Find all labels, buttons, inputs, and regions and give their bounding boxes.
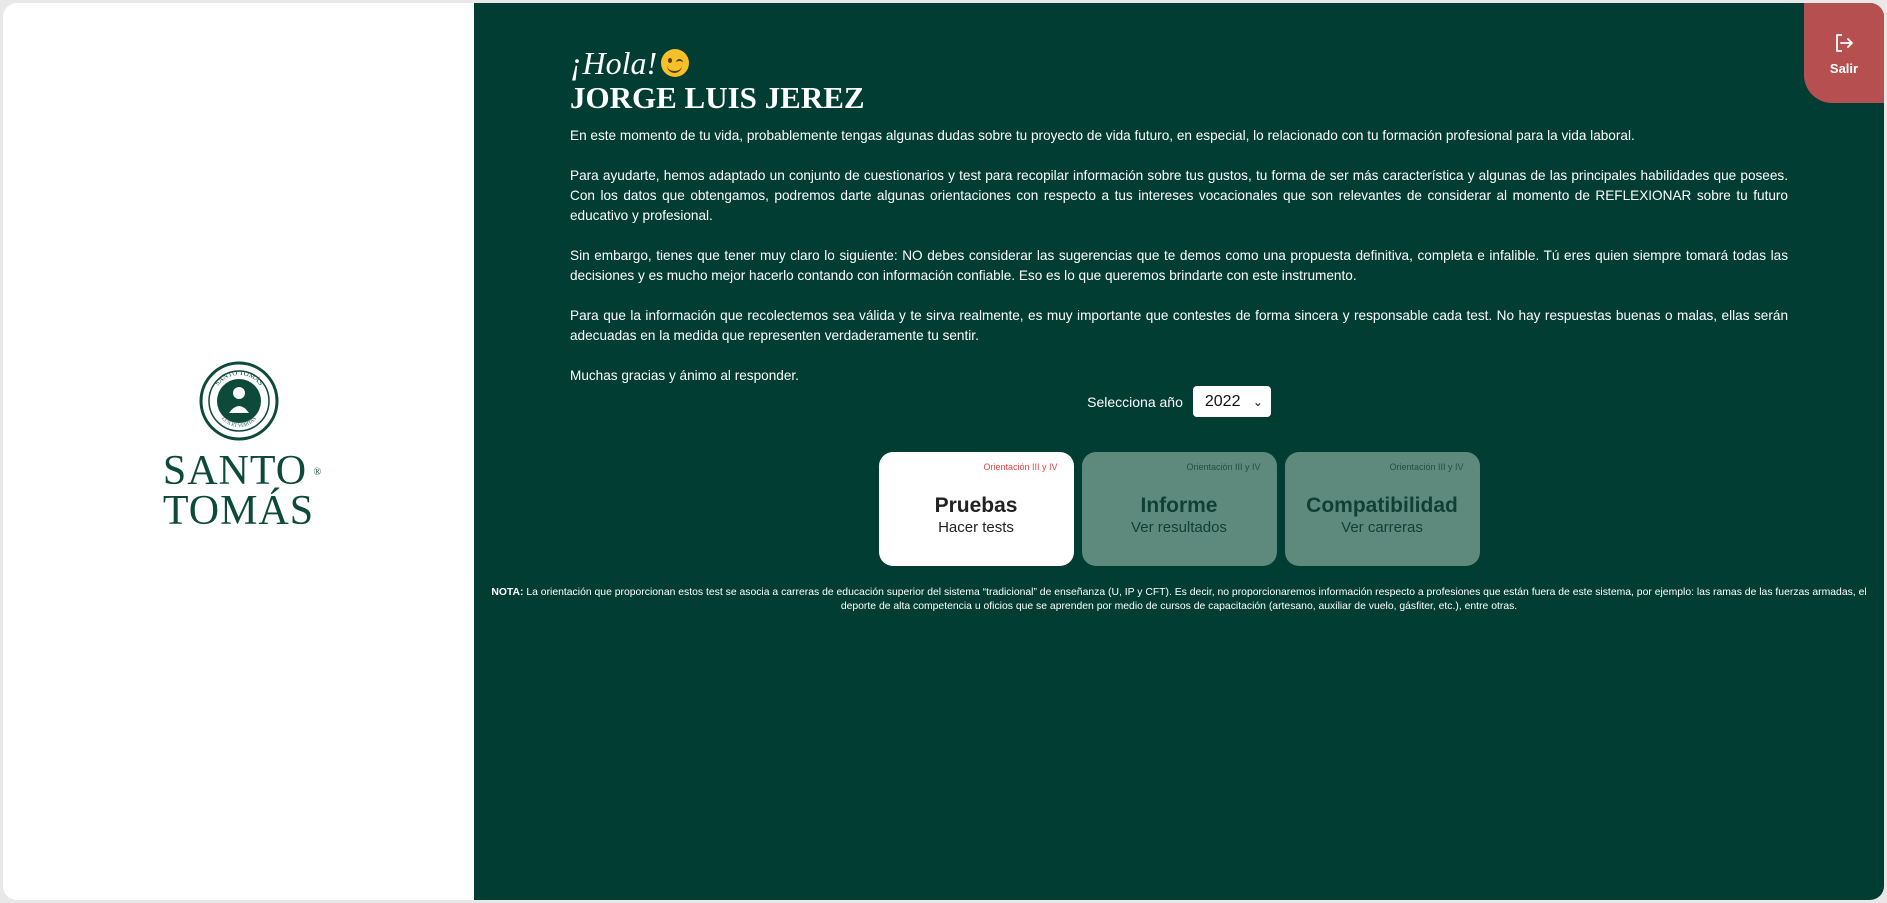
card-subtitle: Hacer tests	[938, 519, 1014, 536]
brand-name-line2: TOMÁS	[162, 488, 315, 534]
year-selector-row: Selecciona año 2022 ⌄	[474, 386, 1884, 417]
note-text: La orientación que proporcionan estos te…	[526, 587, 1867, 612]
footer-note: NOTA: La orientación que proporcionan es…	[474, 586, 1884, 614]
seal-icon: SANTO TOMÁS LUX ET VERITAS	[199, 361, 278, 441]
app-frame: SANTO TOMÁS LUX ET VERITAS SANTO TOMÁS ®…	[3, 3, 1884, 900]
card-title: Informe	[1140, 494, 1218, 517]
santo-tomas-logo: SANTO TOMÁS LUX ET VERITAS SANTO TOMÁS ®	[3, 361, 474, 534]
intro-paragraph-4: Para que la información que recolectemos…	[570, 308, 1788, 343]
brand-panel: SANTO TOMÁS LUX ET VERITAS SANTO TOMÁS ®	[3, 3, 474, 900]
greeting: ¡Hola!	[570, 45, 1788, 81]
intro-paragraph-5: Muchas gracias y ánimo al responder.	[570, 368, 799, 383]
pruebas-card[interactable]: Orientación III y IV Pruebas Hacer tests	[878, 452, 1074, 566]
brand-wordmark: SANTO TOMÁS ®	[162, 448, 321, 534]
logout-label: Salir	[1829, 60, 1859, 76]
card-tag: Orientación III y IV	[1186, 462, 1261, 472]
registered-mark: ®	[313, 467, 323, 478]
card-subtitle: Ver resultados	[1131, 519, 1227, 536]
card-tag: Orientación III y IV	[983, 462, 1058, 472]
card-title: Compatibilidad	[1306, 494, 1458, 517]
main-panel: Salir ¡Hola! JORGE LUIS JEREZ En este mo…	[474, 3, 1884, 900]
informe-card[interactable]: Orientación III y IV Informe Ver resulta…	[1081, 452, 1277, 566]
intro-paragraph-2: Para ayudarte, hemos adaptado un conjunt…	[570, 168, 1788, 223]
greeting-text: ¡Hola!	[570, 45, 658, 81]
card-tag: Orientación III y IV	[1389, 462, 1464, 472]
intro-paragraph-1: En este momento de tu vida, probablement…	[570, 128, 1635, 143]
user-name: JORGE LUIS JEREZ	[570, 80, 865, 115]
logout-button[interactable]: Salir	[1804, 3, 1884, 103]
year-select[interactable]: 2022 ⌄	[1192, 386, 1271, 417]
note-label: NOTA:	[491, 587, 524, 598]
compatibilidad-card[interactable]: Orientación III y IV Compatibilidad Ver …	[1284, 452, 1480, 566]
action-cards: Orientación III y IV Pruebas Hacer tests…	[474, 452, 1884, 566]
intro-section: ¡Hola! JORGE LUIS JEREZ En este momento …	[570, 45, 1788, 406]
wink-emoji-icon	[661, 49, 690, 77]
year-select-value: 2022	[1204, 392, 1241, 410]
logout-icon	[1836, 33, 1853, 52]
intro-paragraph-3: Sin embargo, tienes que tener muy claro …	[570, 248, 1788, 283]
card-subtitle: Ver carreras	[1341, 519, 1423, 536]
year-label: Selecciona año	[1087, 393, 1183, 410]
brand-name-line1: SANTO	[162, 448, 308, 494]
chevron-down-icon: ⌄	[1252, 394, 1263, 409]
card-title: Pruebas	[934, 494, 1018, 517]
